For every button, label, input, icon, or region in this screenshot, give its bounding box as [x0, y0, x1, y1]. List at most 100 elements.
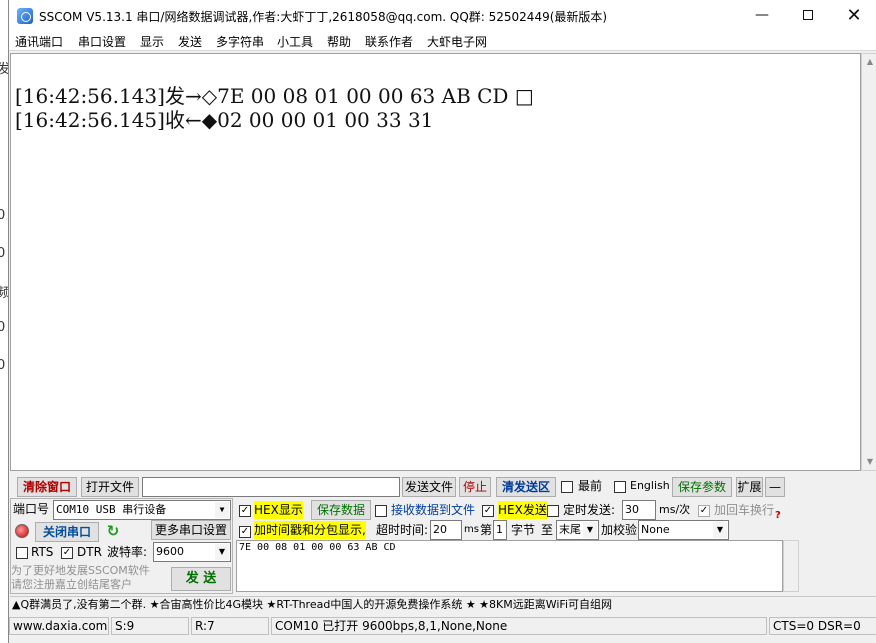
- hex-send-label: HEX发送: [498, 501, 547, 519]
- menu-contact-author[interactable]: 联系作者: [365, 33, 413, 50]
- baud-select-value: 9600: [156, 545, 184, 558]
- timed-send-label: 定时发送:: [563, 503, 616, 517]
- status-website[interactable]: www.daxia.com: [9, 617, 109, 635]
- menu-multi-string[interactable]: 多字符串: [216, 33, 264, 50]
- promo-line-2: 请您注册嘉立创结尾客户: [11, 578, 132, 591]
- collapse-button[interactable]: —: [765, 477, 785, 497]
- timed-send-interval-input[interactable]: 30: [622, 500, 656, 520]
- close-button[interactable]: ✕: [831, 0, 876, 31]
- to-select-value: 末尾: [559, 523, 581, 536]
- help-icon[interactable]: ?: [775, 510, 781, 521]
- menu-comm-port[interactable]: 通讯端口: [15, 33, 63, 50]
- checksum-label: 加校验: [601, 523, 638, 537]
- save-data-button[interactable]: 保存数据: [311, 500, 371, 520]
- timed-send-checkbox[interactable]: [547, 505, 559, 517]
- save-params-button[interactable]: 保存参数: [672, 477, 732, 497]
- file-path-input[interactable]: [142, 477, 400, 497]
- receive-scrollbar[interactable]: ▲ ▼: [861, 53, 876, 471]
- chevron-down-icon: ▼: [583, 522, 597, 538]
- to-label: 至: [541, 523, 554, 537]
- recv-to-file-checkbox[interactable]: [375, 505, 387, 517]
- minimize-button[interactable]: —: [739, 0, 785, 31]
- status-signals: CTS=0 DSR=0: [769, 617, 876, 635]
- bg-glyph: 0: [0, 358, 5, 373]
- send-button[interactable]: 发 送: [171, 567, 231, 591]
- close-port-button[interactable]: 关闭串口: [35, 522, 99, 542]
- menu-serial-settings[interactable]: 串口设置: [78, 33, 126, 50]
- receive-area[interactable]: [16:42:56.143]发→◇7E 00 08 01 00 00 63 AB…: [10, 53, 861, 471]
- timestamp-checkbox[interactable]: ✓: [239, 526, 251, 538]
- stop-button[interactable]: 停止: [459, 477, 491, 497]
- chevron-down-icon: ▼: [215, 502, 229, 518]
- open-file-button[interactable]: 打开文件: [81, 477, 139, 497]
- sscom-window: SSCOM V5.13.1 串口/网络数据调试器,作者:大虾丁丁,2618058…: [8, 0, 876, 643]
- clear-send-area-button[interactable]: 清发送区: [496, 477, 556, 497]
- timeout-unit-label: ms: [464, 524, 479, 535]
- receive-line-received: [16:42:56.145]收←◆02 00 00 01 00 33 31: [15, 108, 434, 132]
- byte-unit-label: 字节: [511, 523, 536, 537]
- maximize-button[interactable]: [785, 0, 831, 31]
- checksum-select-value: None: [641, 523, 670, 536]
- send-file-button[interactable]: 发送文件: [402, 477, 456, 497]
- bg-glyph: 0: [0, 208, 5, 223]
- menu-daxia-site[interactable]: 大虾电子网: [427, 33, 487, 50]
- append-crlf-label: 加回车换行: [714, 503, 775, 517]
- dtr-checkbox[interactable]: ✓: [61, 547, 73, 559]
- send-scrollbar[interactable]: [783, 540, 799, 592]
- window-title: SSCOM V5.13.1 串口/网络数据调试器,作者:大虾丁丁,2618058…: [39, 10, 608, 24]
- status-bar: www.daxia.com S:9 R:7 COM10 已打开 9600bps,…: [9, 616, 876, 636]
- timeout-input[interactable]: 20: [430, 520, 462, 540]
- bg-glyph: |: [0, 96, 1, 111]
- english-label: English: [630, 479, 670, 492]
- title-bar[interactable]: SSCOM V5.13.1 串口/网络数据调试器,作者:大虾丁丁,2618058…: [9, 0, 876, 31]
- more-serial-settings-button[interactable]: 更多串口设置: [151, 520, 231, 540]
- menu-help[interactable]: 帮助: [327, 33, 351, 50]
- app-icon: [17, 8, 33, 24]
- menu-display[interactable]: 显示: [140, 33, 164, 50]
- minimize-icon: —: [755, 7, 769, 23]
- byte-index-input[interactable]: 1: [493, 520, 507, 540]
- maximize-icon: [803, 10, 813, 20]
- topmost-label: 最前: [578, 479, 603, 493]
- port-select-value: COM10 USB 串行设备: [56, 503, 167, 516]
- baud-select[interactable]: 9600 ▼: [153, 542, 231, 562]
- clear-window-button[interactable]: 清除窗口: [17, 477, 77, 497]
- english-checkbox[interactable]: [614, 481, 626, 493]
- rts-checkbox[interactable]: [16, 547, 28, 559]
- checksum-select[interactable]: None ▼: [638, 520, 729, 540]
- bg-glyph: 0: [0, 320, 5, 335]
- expand-button[interactable]: 扩展: [736, 477, 763, 497]
- status-received-count: R:7: [191, 617, 269, 635]
- bg-glyph: ,: [0, 172, 1, 187]
- byte-index-prefix: 第: [480, 523, 493, 537]
- recv-to-file-label: 接收数据到文件: [391, 503, 476, 517]
- menu-bar: 通讯端口 串口设置 显示 发送 多字符串 小工具 帮助 联系作者 大虾电子网: [9, 31, 876, 51]
- port-status-led-icon: [15, 524, 29, 538]
- chevron-down-icon: ▼: [713, 522, 727, 538]
- port-select[interactable]: COM10 USB 串行设备 ▼: [53, 500, 231, 520]
- baud-label: 波特率:: [107, 545, 148, 559]
- topmost-checkbox[interactable]: [561, 481, 573, 493]
- hex-display-label: HEX显示: [254, 501, 303, 519]
- promo-line-1: 为了更好地发展SSCOM软件: [11, 564, 150, 577]
- rts-label: RTS: [31, 545, 54, 559]
- refresh-icon[interactable]: ↻: [105, 523, 121, 539]
- news-marquee[interactable]: ▲Q群满员了,没有第二个群. ★合宙高性价比4G模块 ★RT-Thread中国人…: [10, 596, 876, 614]
- to-select[interactable]: 末尾 ▼: [556, 520, 599, 540]
- chevron-down-icon: ▼: [215, 544, 229, 560]
- scroll-down-icon[interactable]: ▼: [864, 456, 876, 468]
- menu-tools[interactable]: 小工具: [277, 33, 313, 50]
- send-input[interactable]: 7E 00 08 01 00 00 63 AB CD: [236, 540, 783, 592]
- hex-send-checkbox[interactable]: ✓: [482, 505, 494, 517]
- timeout-label: 超时时间:: [376, 523, 429, 537]
- status-sent-count: S:9: [111, 617, 189, 635]
- timestamp-label: 加时间戳和分包显示,: [254, 521, 366, 539]
- interval-unit-label: ms/次: [659, 503, 691, 516]
- scroll-up-icon[interactable]: ▲: [864, 56, 876, 68]
- port-label: 端口号: [13, 502, 50, 516]
- close-icon: ✕: [846, 5, 862, 26]
- menu-send[interactable]: 发送: [178, 33, 202, 50]
- append-crlf-checkbox[interactable]: ✓: [698, 505, 710, 517]
- hex-display-checkbox[interactable]: ✓: [239, 505, 251, 517]
- bg-glyph: 0: [0, 246, 5, 261]
